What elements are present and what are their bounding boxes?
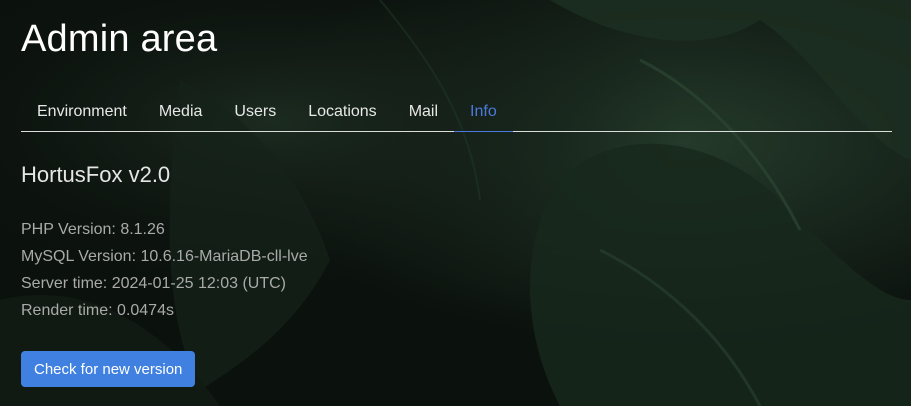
tab-info[interactable]: Info bbox=[454, 93, 513, 132]
check-version-button[interactable]: Check for new version bbox=[21, 351, 196, 387]
system-info-list: PHP Version: 8.1.26 MySQL Version: 10.6.… bbox=[21, 216, 308, 324]
mysql-version-text: MySQL Version: 10.6.16-MariaDB-cll-lve bbox=[21, 248, 308, 265]
admin-tabs: Environment Media Users Locations Mail I… bbox=[21, 93, 892, 132]
php-version-text: PHP Version: 8.1.26 bbox=[21, 221, 165, 238]
tab-media[interactable]: Media bbox=[143, 93, 219, 131]
tab-mail[interactable]: Mail bbox=[393, 93, 454, 131]
server-time-text: Server time: 2024-01-25 12:03 (UTC) bbox=[21, 275, 286, 292]
app-version-heading: HortusFox v2.0 bbox=[21, 162, 171, 187]
page-title: Admin area bbox=[21, 18, 218, 60]
tab-environment[interactable]: Environment bbox=[21, 93, 143, 131]
tab-locations[interactable]: Locations bbox=[292, 93, 393, 131]
tab-users[interactable]: Users bbox=[218, 93, 292, 131]
render-time-text: Render time: 0.0474s bbox=[21, 302, 174, 319]
